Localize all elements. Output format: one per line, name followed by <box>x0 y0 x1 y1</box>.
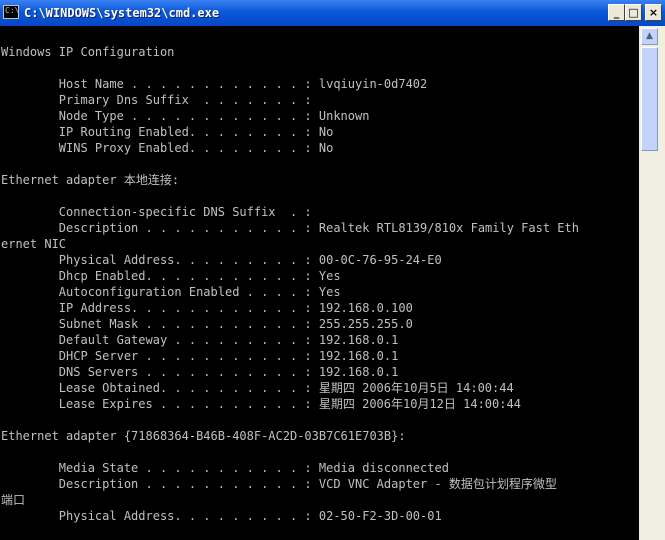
console-line: WINS Proxy Enabled. . . . . . . . : No <box>1 141 334 155</box>
console-line: Lease Expires . . . . . . . . . . : 星期四 … <box>1 397 521 411</box>
console-line: ernet NIC <box>1 237 67 251</box>
vertical-scrollbar[interactable]: ▲ <box>639 26 665 540</box>
console-line: Physical Address. . . . . . . . . : 00-0… <box>1 253 442 267</box>
console-line: Autoconfiguration Enabled . . . . : Yes <box>1 285 341 299</box>
console-line: Host Name . . . . . . . . . . . . : lvqi… <box>1 77 428 91</box>
console-line: DNS Servers . . . . . . . . . . . : 192.… <box>1 365 399 379</box>
console-line: Lease Obtained. . . . . . . . . . : 星期四 … <box>1 381 514 395</box>
title-bar[interactable]: C:\ C:\WINDOWS\system32\cmd.exe _ □ × <box>0 0 665 26</box>
console-output[interactable]: Windows IP Configuration Host Name . . .… <box>0 26 639 540</box>
console-line: DHCP Server . . . . . . . . . . . : 192.… <box>1 349 399 363</box>
console-line: Media State . . . . . . . . . . . : Medi… <box>1 461 449 475</box>
console-line: Subnet Mask . . . . . . . . . . . : 255.… <box>1 317 413 331</box>
console-line: Description . . . . . . . . . . . : Real… <box>1 221 579 235</box>
console-line: Connection-specific DNS Suffix . : <box>1 205 312 219</box>
console-line: Node Type . . . . . . . . . . . . : Unkn… <box>1 109 370 123</box>
close-button[interactable]: × <box>645 4 662 21</box>
window-title: C:\WINDOWS\system32\cmd.exe <box>24 6 220 20</box>
console-line: 端口 <box>1 493 26 507</box>
console-line: Primary Dns Suffix . . . . . . . : <box>1 93 312 107</box>
console-line: Dhcp Enabled. . . . . . . . . . . : Yes <box>1 269 341 283</box>
console-line: Default Gateway . . . . . . . . . : 192.… <box>1 333 399 347</box>
console-line: Ethernet adapter {71868364-B46B-408F-AC2… <box>1 429 406 443</box>
maximize-button[interactable]: □ <box>625 4 642 21</box>
console-line: Windows IP Configuration <box>1 45 175 59</box>
console-line: IP Routing Enabled. . . . . . . . : No <box>1 125 334 139</box>
scroll-up-arrow-icon[interactable]: ▲ <box>641 28 658 45</box>
console-line: IP Address. . . . . . . . . . . . : 192.… <box>1 301 413 315</box>
console-line: Ethernet adapter 本地连接: <box>1 173 180 187</box>
console-line: Description . . . . . . . . . . . : VCD … <box>1 477 557 491</box>
minimize-button[interactable]: _ <box>608 4 625 21</box>
cmd-icon[interactable]: C:\ <box>3 5 19 19</box>
console-line: Physical Address. . . . . . . . . : 02-5… <box>1 509 442 523</box>
scrollbar-thumb[interactable] <box>641 47 658 151</box>
